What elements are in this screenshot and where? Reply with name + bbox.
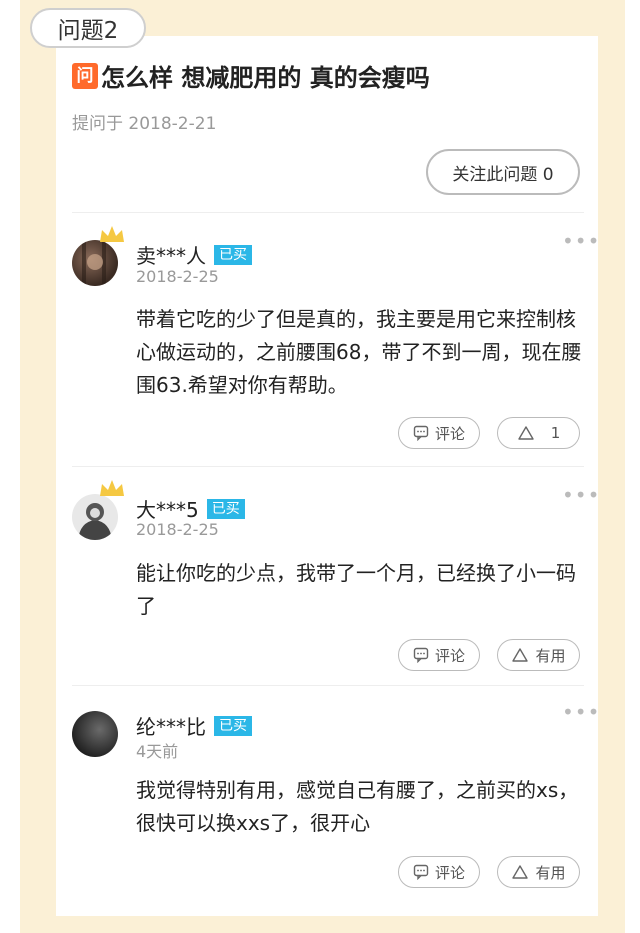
question-date: 提问于 2018-2-21	[72, 114, 217, 134]
useful-label: 有用	[535, 646, 566, 665]
username-text: 纶***比	[136, 715, 206, 739]
thumb-up-icon	[518, 426, 534, 440]
thumb-up-icon	[512, 648, 529, 662]
useful-button[interactable]: 1	[497, 417, 580, 449]
answer-date: 2018-2-25	[136, 520, 219, 539]
question-text: 怎么样 想减肥用的 真的会瘦吗	[101, 64, 430, 92]
comment-button[interactable]: 评论	[398, 856, 480, 888]
divider	[72, 466, 584, 467]
username: 卖***人 已买	[136, 240, 252, 269]
more-icon[interactable]: •••	[562, 231, 600, 251]
comment-label: 评论	[434, 424, 465, 443]
username: 大***5 已买	[136, 494, 245, 523]
answer-date: 4天前	[136, 742, 179, 761]
question-badge: 问	[72, 62, 98, 89]
answer-date: 2018-2-25	[136, 267, 219, 286]
avatar	[72, 240, 118, 286]
follow-question-button[interactable]: 关注此问题 0	[426, 149, 580, 195]
comment-button[interactable]: 评论	[398, 639, 480, 671]
comment-icon	[413, 647, 429, 663]
more-icon[interactable]: •••	[562, 702, 600, 722]
comment-icon	[413, 864, 429, 880]
question-title: 问 怎么样 想减肥用的 真的会瘦吗	[72, 58, 430, 93]
comment-button[interactable]: 评论	[398, 417, 480, 449]
answer-text: 能让你吃的少点，我带了一个月，已经换了小一码了	[136, 561, 576, 618]
bought-badge: 已买	[214, 715, 252, 736]
bought-badge: 已买	[214, 244, 252, 265]
answer-text: 我觉得特别有用，感觉自己有腰了，之前买的xs，很快可以换xxs了，很开心	[136, 778, 579, 835]
divider	[72, 685, 584, 686]
section-label: 问题2	[30, 8, 146, 48]
comment-icon	[413, 425, 429, 441]
crown-icon	[100, 480, 124, 496]
divider	[72, 212, 584, 213]
thumb-up-icon	[512, 865, 529, 879]
answer-text: 带着它吃的少了但是真的，我主要是用它来控制核心做运动的，之前腰围68，带了不到一…	[136, 307, 582, 397]
useful-count: 1	[550, 424, 561, 442]
crown-icon	[100, 226, 124, 242]
useful-label: 有用	[535, 863, 566, 882]
useful-button[interactable]: 有用	[497, 856, 580, 888]
avatar-image	[78, 503, 112, 540]
more-icon[interactable]: •••	[562, 485, 600, 505]
avatar	[72, 494, 118, 540]
avatar-image	[82, 240, 106, 286]
username-text: 大***5	[136, 498, 199, 522]
username-text: 卖***人	[136, 244, 206, 268]
useful-button[interactable]: 有用	[497, 639, 580, 671]
bought-badge: 已买	[206, 498, 245, 519]
username: 纶***比 已买	[136, 711, 252, 740]
avatar	[72, 711, 118, 757]
comment-label: 评论	[434, 863, 465, 882]
comment-label: 评论	[434, 646, 465, 665]
